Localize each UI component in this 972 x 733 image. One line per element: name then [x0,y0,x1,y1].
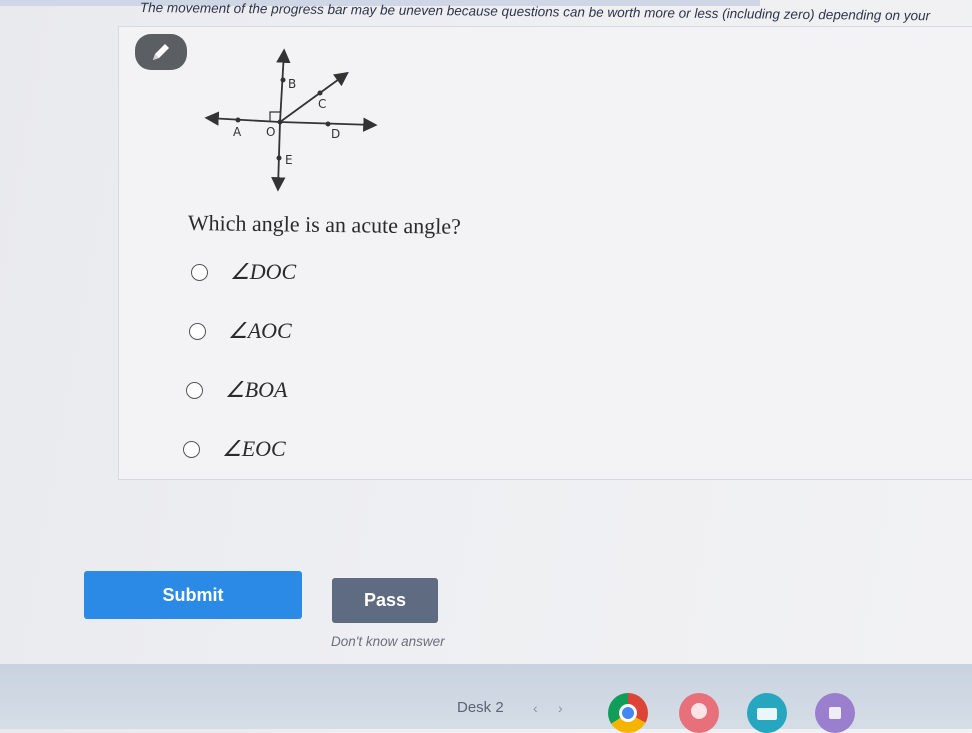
answer-option-label: ∠BOA [225,377,288,402]
classroom-icon[interactable] [747,693,787,733]
point-label-e: E [285,153,293,167]
submit-button[interactable]: Submit [84,571,302,619]
radio-button[interactable] [183,440,200,458]
answer-option-label: ∠AOC [228,318,292,343]
radio-button[interactable] [189,322,206,340]
dont-know-answer-hint: Don't know answer [331,634,445,649]
radio-button[interactable] [191,263,208,281]
paint-icon[interactable] [679,693,719,733]
pass-button[interactable]: Pass [332,578,438,623]
app-icon[interactable] [815,693,855,733]
answer-option-label: ∠DOC [230,259,297,284]
answer-option-4[interactable]: ∠EOC [183,436,286,462]
chevron-right-icon[interactable]: › [558,700,563,716]
pencil-button[interactable] [135,34,187,70]
point-label-b: B [288,77,296,91]
pencil-icon [153,44,169,60]
angle-diagram: A O B C D E [204,48,378,192]
radio-button[interactable] [186,381,203,399]
point-label-d: D [331,127,340,141]
answer-option-3[interactable]: ∠BOA [186,377,288,403]
point-label-c: C [318,97,326,111]
question-text: Which angle is an acute angle? [187,210,462,239]
answer-option-label: ∠EOC [222,436,286,461]
chrome-icon[interactable] [608,693,648,733]
chevron-left-icon[interactable]: ‹ [533,700,538,716]
point-label-o: O [266,125,275,139]
answer-option-1[interactable]: ∠DOC [191,259,296,285]
desk-label[interactable]: Desk 2 [457,699,504,716]
progress-notice: The movement of the progress bar may be … [139,0,931,24]
point-label-a: A [233,125,242,139]
answer-option-2[interactable]: ∠AOC [189,318,292,344]
